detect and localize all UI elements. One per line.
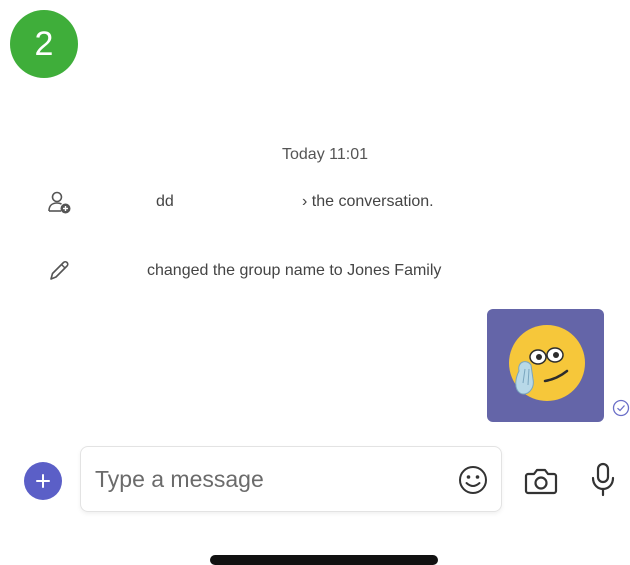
event-text-end: › the conversation. <box>302 193 434 210</box>
thinking-face-sticker <box>509 325 585 401</box>
plus-icon <box>36 474 50 488</box>
microphone-icon[interactable] <box>588 460 618 500</box>
add-attachment-button[interactable] <box>24 462 62 500</box>
event-text: changed the group name to Jones Family <box>147 262 442 279</box>
step-number: 2 <box>34 24 54 63</box>
camera-icon[interactable] <box>522 462 560 500</box>
member-added-event: dd › the conversation. <box>46 189 434 215</box>
message-timestamp: Today 11:01 <box>282 146 368 163</box>
event-text-start: dd <box>156 193 174 210</box>
message-input[interactable] <box>95 461 435 497</box>
pencil-icon <box>50 260 69 280</box>
seen-check-icon <box>612 399 630 417</box>
home-indicator[interactable] <box>210 555 438 565</box>
step-number-badge: 2 <box>10 10 78 78</box>
sticker-message[interactable] <box>487 309 604 422</box>
group-renamed-event: changed the group name to Jones Family <box>46 258 441 284</box>
message-composer <box>80 446 502 512</box>
emoji-icon[interactable] <box>455 462 491 498</box>
person-add-icon <box>48 191 71 214</box>
